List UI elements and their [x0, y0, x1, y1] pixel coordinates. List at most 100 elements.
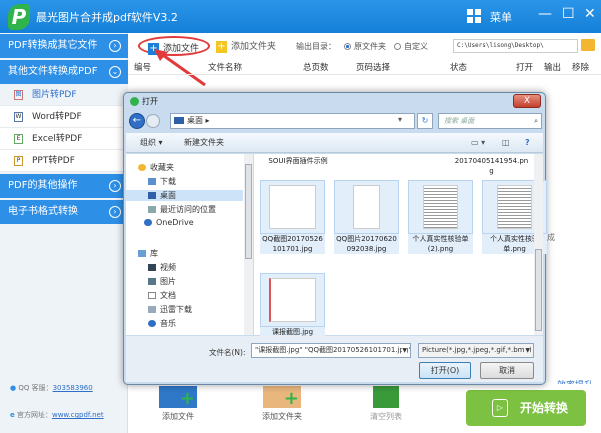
preview-pane-icon[interactable]: ◫ — [502, 133, 510, 152]
video-icon — [148, 264, 156, 271]
nav-label: 桌面 — [160, 191, 176, 200]
clear-list-button[interactable]: 清空列表 — [356, 384, 416, 422]
item-label: Word转PDF — [32, 112, 82, 122]
file-item-selected[interactable]: 个人真实性核验单(2).png — [408, 180, 473, 254]
sidebar-category-pdf-to-other[interactable]: PDF转换成其它文件 › — [0, 34, 128, 58]
sidebar-category-ebook[interactable]: 电子书格式转换 › — [0, 200, 128, 224]
view-options-icon[interactable]: ▭ ▾ — [471, 133, 485, 152]
start-convert-button[interactable]: ▷ 开始转换 — [466, 390, 586, 426]
desktop-icon — [148, 192, 156, 199]
file-item[interactable]: 20170405141954.png — [454, 156, 529, 176]
nav-recent[interactable]: 最近访问的位置 — [148, 204, 216, 215]
menu-grid-icon[interactable] — [467, 9, 481, 23]
music-icon — [148, 320, 156, 327]
thumbnail — [408, 180, 473, 234]
sidebar-category-pdf-other-ops[interactable]: PDF的其他操作 › — [0, 174, 128, 198]
nav-pictures[interactable]: 图片 — [148, 276, 176, 287]
nav-label: 图片 — [160, 277, 176, 286]
nav-scrollbar[interactable] — [244, 154, 253, 335]
search-placeholder: 搜索 桌面 — [444, 117, 475, 125]
qq-contact: ● QQ 客服：303583960 — [10, 383, 93, 393]
search-icon: ⌕ — [534, 117, 538, 125]
document-icon — [148, 292, 156, 299]
qq-icon: ● — [10, 384, 17, 392]
sidebar-item-word-to-pdf[interactable]: W Word转PDF — [0, 106, 128, 128]
qq-link[interactable]: 303583960 — [53, 384, 93, 392]
nav-library[interactable]: 库 — [138, 248, 158, 259]
thumbnail — [334, 180, 399, 234]
nav-label: 文档 — [160, 291, 176, 300]
category-label: PDF的其他操作 — [8, 180, 78, 191]
nav-desktop[interactable]: 桌面 — [126, 190, 243, 201]
navigation-pane: 收藏夹 下载 桌面 最近访问的位置 OneDrive 库 视频 图片 文档 迅雷… — [126, 154, 253, 335]
radio-custom[interactable] — [394, 43, 401, 50]
image-file-icon: 图 — [14, 90, 23, 100]
nav-videos[interactable]: 视频 — [148, 262, 176, 273]
picture-icon — [148, 278, 156, 285]
category-label: 电子书格式转换 — [8, 206, 78, 217]
help-icon[interactable]: ? — [525, 133, 530, 152]
organize-button[interactable]: 组织 ▾ — [140, 133, 163, 152]
chevron-down-icon: ⌄ — [109, 66, 121, 78]
folder-item[interactable]: SOUI界面插件示例 — [258, 156, 338, 166]
website-contact: e 官方网址：www.cgpdf.net — [10, 410, 104, 420]
search-input[interactable]: 搜索 桌面 ⌕ — [438, 113, 542, 129]
menu-button[interactable]: 菜单 — [490, 9, 512, 25]
address-dropdown-icon[interactable]: ▾ — [398, 115, 402, 124]
col-pages: 总页数 — [303, 63, 329, 73]
add-folder-label: 添加文件夹 — [231, 42, 277, 52]
col-open: 打开 — [516, 63, 534, 73]
item-label: 图片转PDF — [32, 90, 77, 100]
nav-onedrive[interactable]: OneDrive — [144, 218, 194, 227]
nav-downloads[interactable]: 下载 — [148, 176, 176, 187]
new-folder-button[interactable]: 新建文件夹 — [184, 133, 224, 152]
output-path-field[interactable]: C:\Users\lisong\Desktop\ — [453, 39, 578, 53]
radio-source-folder[interactable] — [344, 43, 351, 50]
chevron-down-icon[interactable]: ▼ — [402, 344, 407, 357]
file-list-scrollbar[interactable] — [534, 154, 543, 335]
sidebar-item-excel-to-pdf[interactable]: E Excel转PDF — [0, 128, 128, 150]
nav-music[interactable]: 音乐 — [148, 318, 176, 329]
col-output: 输出 — [544, 63, 562, 73]
cancel-button[interactable]: 取消 — [480, 362, 534, 379]
file-item-selected[interactable]: QQ截图20170526101701.jpg — [260, 180, 325, 254]
refresh-button[interactable]: ↻ — [417, 113, 433, 129]
file-item-selected[interactable]: QQ图片20170620092038.jpg — [334, 180, 399, 254]
nav-xunlei[interactable]: 迅雷下载 — [148, 304, 192, 315]
dialog-close-button[interactable]: X — [513, 94, 541, 108]
cloud-icon — [144, 219, 152, 226]
nav-favorites[interactable]: 收藏夹 — [138, 162, 174, 173]
address-bar[interactable]: 桌面 ▸ — [170, 113, 415, 129]
add-folder-button[interactable]: + 添加文件夹 — [216, 39, 276, 53]
thumbnail — [260, 273, 325, 327]
ppt-file-icon: P — [14, 156, 23, 166]
filename-input[interactable]: "课报截图.jpg" "QQ截图20170526101701.jpg" ▼ — [251, 343, 411, 358]
sidebar-item-ppt-to-pdf[interactable]: P PPT转PDF — [0, 150, 128, 172]
close-button[interactable]: ✕ — [584, 6, 596, 22]
bottom-add-file-button[interactable]: + 添加文件 — [148, 384, 208, 422]
col-remove: 移除 — [572, 63, 590, 73]
broom-icon — [373, 386, 399, 408]
website-link[interactable]: www.cgpdf.net — [52, 411, 104, 419]
bottom-add-folder-button[interactable]: + 添加文件夹 — [252, 384, 312, 422]
title-bar: P 晨光图片合并成pdf软件V3.2 菜单 — ☐ ✕ — [0, 0, 601, 33]
file-label: 个人真实性核验单(2).png — [408, 234, 473, 254]
back-button[interactable]: ← — [129, 113, 145, 129]
filetype-select[interactable]: Picture(*.jpg,*.jpeg,*.gif,*.bmp) ▼ — [418, 343, 534, 358]
breadcrumb-arrow-icon[interactable]: ▸ — [206, 116, 210, 125]
nav-documents[interactable]: 文档 — [148, 290, 176, 301]
file-list: SOUI界面插件示例 20170405141954.png QQ截图201705… — [254, 154, 547, 337]
file-item-selected[interactable]: 课报截图.jpg — [260, 273, 325, 337]
open-button[interactable]: 打开(O) — [419, 362, 471, 379]
maximize-button[interactable]: ☐ — [562, 6, 575, 22]
minimize-button[interactable]: — — [538, 6, 552, 22]
col-number: 编号 — [134, 63, 152, 73]
output-dir-label: 输出目录： — [296, 42, 336, 51]
label: 添加文件夹 — [262, 412, 302, 421]
forward-button[interactable] — [146, 114, 160, 128]
nav-label: 迅雷下载 — [160, 305, 192, 314]
sidebar-category-other-to-pdf[interactable]: 其他文件转换成PDF ⌄ — [0, 60, 128, 84]
qq-label: QQ 客服： — [18, 384, 53, 392]
sidebar-item-image-to-pdf[interactable]: 图图片转PDF — [0, 84, 128, 106]
browse-folder-icon[interactable] — [581, 39, 595, 51]
